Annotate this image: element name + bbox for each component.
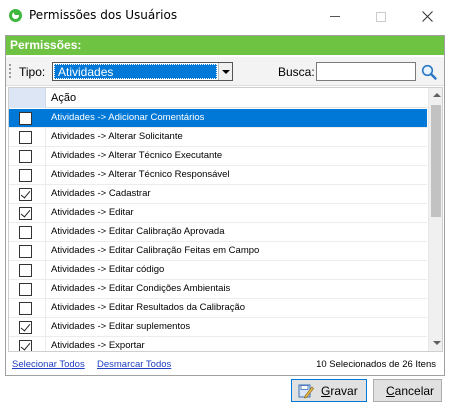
checkbox-unchecked[interactable] bbox=[19, 302, 32, 315]
checkbox-cell bbox=[9, 185, 46, 203]
table-row[interactable]: Atividades -> Editar Calibração Feitas e… bbox=[9, 242, 427, 261]
tipo-selected-value: Atividades bbox=[54, 64, 217, 79]
save-edit-icon bbox=[298, 384, 314, 399]
filter-toolbar: Tipo: Atividades Busca: bbox=[6, 57, 444, 86]
chevron-down-icon[interactable] bbox=[218, 63, 232, 80]
checkbox-checked[interactable] bbox=[19, 340, 32, 351]
checkbox-unchecked[interactable] bbox=[19, 226, 32, 239]
checkbox-unchecked[interactable] bbox=[19, 264, 32, 277]
row-label: Atividades -> Cadastrar bbox=[51, 188, 151, 199]
checkbox-cell bbox=[9, 109, 46, 127]
checkbox-unchecked[interactable] bbox=[19, 150, 32, 163]
checkbox-unchecked[interactable] bbox=[19, 131, 32, 144]
row-label: Atividades -> Editar código bbox=[51, 264, 165, 275]
table-row[interactable]: Atividades -> Editar Calibração Aprovada bbox=[9, 223, 427, 242]
column-header-acao[interactable]: Ação bbox=[51, 92, 76, 104]
grid-header: Ação bbox=[9, 88, 427, 108]
minimize-icon bbox=[330, 16, 340, 18]
checkbox-unchecked[interactable] bbox=[19, 112, 32, 125]
table-row[interactable]: Atividades -> Editar Resultados da Calib… bbox=[9, 299, 427, 318]
row-label: Atividades -> Editar Condições Ambientai… bbox=[51, 283, 231, 294]
search-icon[interactable] bbox=[421, 64, 437, 80]
table-row[interactable]: Atividades -> Editar bbox=[9, 204, 427, 223]
row-label: Atividades -> Editar bbox=[51, 207, 134, 218]
checkbox-cell bbox=[9, 280, 46, 298]
row-label: Atividades -> Editar Resultados da Calib… bbox=[51, 302, 246, 313]
permissions-grid: Ação Atividades -> Adicionar Comentários… bbox=[8, 87, 443, 352]
row-label: Atividades -> Alterar Técnico Responsáve… bbox=[51, 169, 230, 180]
checkbox-cell bbox=[9, 147, 46, 165]
checkbox-cell bbox=[9, 261, 46, 279]
table-row[interactable]: Atividades -> Editar Condições Ambientai… bbox=[9, 280, 427, 299]
row-label: Atividades -> Editar Calibração Feitas e… bbox=[51, 245, 260, 256]
tipo-dropdown[interactable]: Atividades bbox=[52, 62, 233, 81]
checkbox-cell bbox=[9, 166, 46, 184]
permissions-panel: Permissões: Tipo: Atividades Busca: Ação… bbox=[5, 35, 445, 376]
deselect-all-link[interactable]: Desmarcar Todos bbox=[97, 359, 171, 370]
cancel-button[interactable]: Cancelar bbox=[373, 379, 442, 402]
tipo-label: Tipo: bbox=[19, 65, 46, 79]
toolbar-grip-icon[interactable] bbox=[9, 64, 11, 78]
table-row[interactable]: Atividades -> Alterar Técnico Responsáve… bbox=[9, 166, 427, 185]
scroll-up-icon[interactable] bbox=[429, 88, 442, 103]
search-input[interactable] bbox=[316, 62, 416, 81]
close-icon bbox=[421, 11, 433, 22]
table-row[interactable]: Atividades -> Alterar Técnico Executante bbox=[9, 147, 427, 166]
maximize-icon bbox=[376, 11, 386, 22]
select-all-link[interactable]: Selecionar Todos bbox=[12, 359, 85, 370]
table-row[interactable]: Atividades -> Cadastrar bbox=[9, 185, 427, 204]
row-label: Atividades -> Editar suplementos bbox=[51, 321, 191, 332]
checkbox-cell bbox=[9, 318, 46, 336]
window-title: Permissões dos Usuários bbox=[29, 8, 178, 22]
row-label: Atividades -> Alterar Técnico Executante bbox=[51, 150, 223, 161]
vertical-scrollbar[interactable] bbox=[428, 88, 442, 351]
checkbox-unchecked[interactable] bbox=[19, 169, 32, 182]
grid-rows: Atividades -> Adicionar Comentários Ativi… bbox=[9, 109, 427, 351]
app-logo-icon bbox=[9, 9, 22, 22]
row-label: Atividades -> Editar Calibração Aprovada bbox=[51, 226, 225, 237]
checkbox-cell bbox=[9, 242, 46, 260]
table-row[interactable]: Atividades -> Editar código bbox=[9, 261, 427, 280]
row-label: Atividades -> Exportar bbox=[51, 340, 145, 351]
cancel-button-label: Cancelar bbox=[386, 384, 435, 398]
busca-label: Busca: bbox=[278, 65, 315, 79]
checkbox-cell bbox=[9, 223, 46, 241]
panel-header: Permissões: bbox=[6, 36, 444, 55]
checkbox-unchecked[interactable] bbox=[19, 283, 32, 296]
checkbox-cell bbox=[9, 204, 46, 222]
table-row[interactable]: Atividades -> Alterar Solicitante bbox=[9, 128, 427, 147]
row-label: Atividades -> Adicionar Comentários bbox=[51, 112, 205, 123]
grid-footer: Selecionar Todos Desmarcar Todos 10 Sele… bbox=[6, 354, 444, 375]
grid-header-corner[interactable] bbox=[9, 88, 46, 108]
table-row[interactable]: Atividades -> Editar suplementos bbox=[9, 318, 427, 337]
table-row[interactable]: Atividades -> Exportar bbox=[9, 337, 427, 351]
checkbox-checked[interactable] bbox=[19, 188, 32, 201]
row-label: Atividades -> Alterar Solicitante bbox=[51, 131, 183, 142]
maximize-button[interactable] bbox=[358, 0, 404, 31]
title-bar: Permissões dos Usuários bbox=[0, 0, 451, 31]
table-row[interactable]: Atividades -> Adicionar Comentários bbox=[9, 109, 427, 128]
selection-count: 10 Selecionados de 26 Itens bbox=[316, 359, 436, 370]
checkbox-unchecked[interactable] bbox=[19, 245, 32, 258]
checkbox-cell bbox=[9, 299, 46, 317]
save-button-label: Gravar bbox=[321, 384, 358, 398]
checkbox-cell bbox=[9, 128, 46, 146]
minimize-button[interactable] bbox=[312, 0, 358, 31]
checkbox-checked[interactable] bbox=[19, 321, 32, 334]
checkbox-cell bbox=[9, 337, 46, 351]
scroll-down-icon[interactable] bbox=[429, 336, 442, 351]
scrollbar-thumb[interactable] bbox=[431, 105, 441, 217]
save-button[interactable]: Gravar bbox=[291, 379, 367, 402]
close-button[interactable] bbox=[404, 0, 450, 31]
checkbox-checked[interactable] bbox=[19, 207, 32, 220]
